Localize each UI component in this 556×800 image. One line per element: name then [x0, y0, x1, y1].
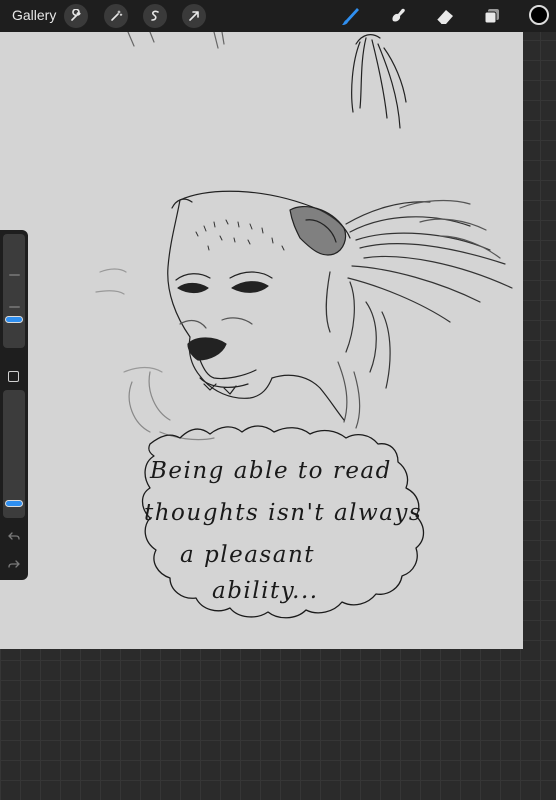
- opacity-slider[interactable]: [3, 390, 25, 518]
- undo-icon[interactable]: [6, 528, 22, 544]
- redo-icon[interactable]: [6, 556, 22, 572]
- modify-button[interactable]: [8, 371, 19, 382]
- gallery-button[interactable]: Gallery: [12, 7, 56, 23]
- brush-size-slider[interactable]: [3, 234, 25, 348]
- brush-icon[interactable]: [338, 4, 362, 28]
- brush-size-handle[interactable]: [6, 317, 22, 322]
- smudge-icon[interactable]: [385, 4, 409, 28]
- color-picker-swatch[interactable]: [529, 5, 549, 25]
- brush-sidebar: [0, 230, 28, 580]
- drawing-canvas[interactable]: Being able to read thoughts isn't always…: [0, 32, 523, 649]
- size-tick: [9, 274, 20, 276]
- sketch-artwork: [95, 32, 513, 619]
- opacity-handle[interactable]: [6, 501, 22, 507]
- size-tick: [9, 306, 20, 308]
- top-toolbar: Gallery: [0, 0, 556, 32]
- actions-wrench-icon[interactable]: [64, 4, 88, 28]
- adjustments-magic-wand-icon[interactable]: [104, 4, 128, 28]
- eraser-icon[interactable]: [433, 4, 457, 28]
- transform-arrow-icon[interactable]: [182, 4, 206, 28]
- layers-icon[interactable]: [480, 4, 504, 28]
- selection-icon[interactable]: [143, 4, 167, 28]
